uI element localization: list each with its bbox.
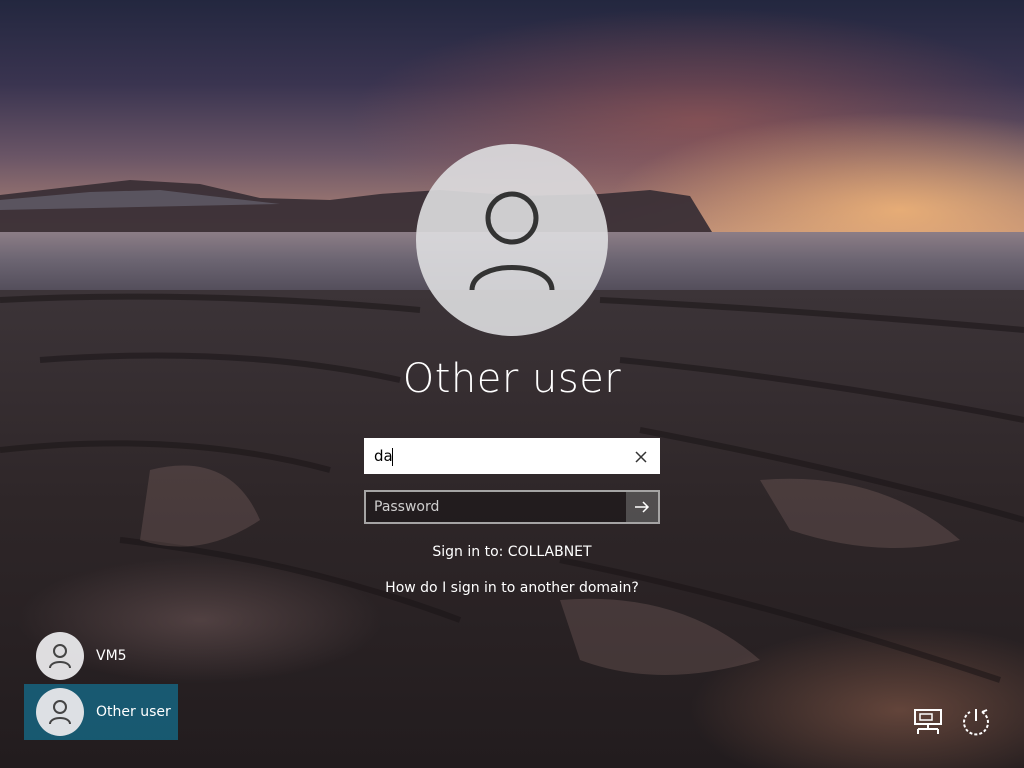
power-icon — [963, 709, 989, 736]
user-item-label: VM5 — [96, 648, 127, 664]
close-icon — [635, 451, 647, 463]
username-input[interactable] — [374, 440, 624, 472]
domain-help-link[interactable]: How do I sign in to another domain? — [312, 580, 712, 596]
user-switcher: VM5 Other user — [24, 628, 184, 740]
user-avatar-large — [416, 144, 608, 336]
sign-in-domain-text: Sign in to: COLLABNET — [432, 544, 592, 560]
power-button[interactable] — [958, 704, 994, 740]
person-icon — [49, 644, 71, 669]
page-title: Other user — [402, 356, 622, 402]
avatar — [36, 632, 84, 680]
clear-username-button[interactable] — [630, 446, 652, 468]
text-caret — [392, 448, 393, 466]
arrow-right-icon — [635, 501, 650, 513]
person-icon — [49, 700, 71, 725]
user-item-vm5[interactable]: VM5 — [24, 628, 178, 684]
password-field[interactable] — [364, 490, 660, 524]
network-button[interactable] — [910, 704, 946, 740]
network-icon — [914, 709, 942, 734]
user-item-label: Other user — [96, 704, 171, 720]
submit-button[interactable] — [626, 492, 658, 522]
username-field[interactable] — [364, 438, 660, 474]
password-input[interactable] — [374, 492, 624, 522]
person-icon — [469, 191, 555, 291]
user-item-other-user[interactable]: Other user — [24, 684, 178, 740]
avatar — [36, 688, 84, 736]
